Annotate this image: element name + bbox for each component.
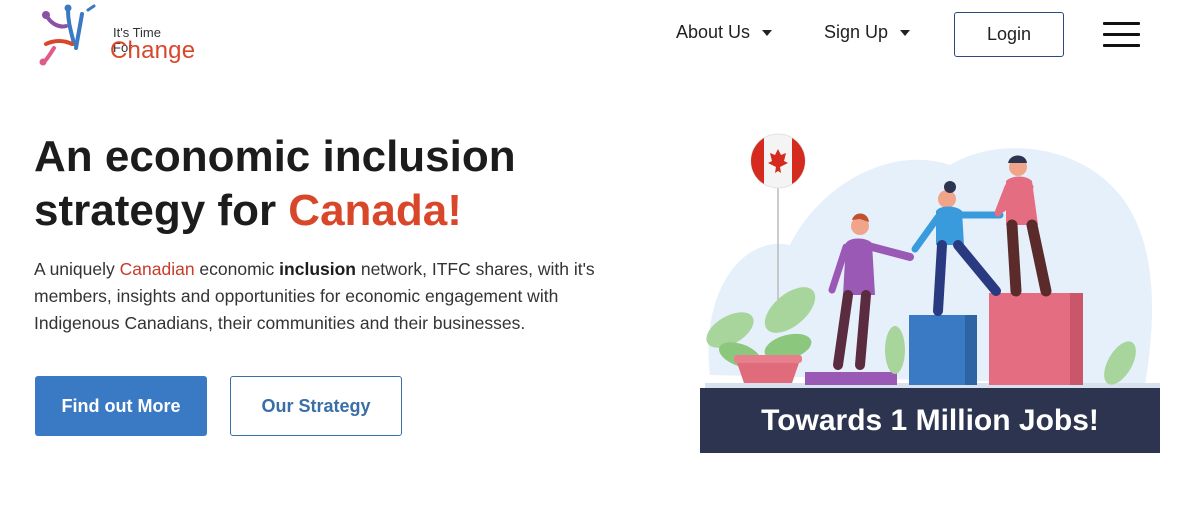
desc-bold: inclusion <box>279 259 356 279</box>
headline-accent: Canada! <box>288 186 462 235</box>
desc-highlight: Canadian <box>119 259 195 279</box>
nav-sign-up-label: Sign Up <box>824 22 889 42</box>
find-out-more-button[interactable]: Find out More <box>35 376 207 436</box>
brand-logo[interactable]: It's Time For Change <box>38 4 195 66</box>
nav-about-us[interactable]: About Us <box>676 22 773 43</box>
hero-description: A uniquely Canadian economic inclusion n… <box>34 256 634 337</box>
chevron-down-icon <box>900 29 911 36</box>
desc-part: A uniquely <box>34 259 120 279</box>
headline-line-2: strategy for <box>34 186 289 235</box>
menu-icon[interactable] <box>1103 22 1141 48</box>
people-logo-icon <box>39 4 96 66</box>
hero-headline: An economic inclusion strategy for Canad… <box>34 130 634 238</box>
nav-about-us-label: About Us <box>676 22 751 42</box>
login-button[interactable]: Login <box>954 12 1064 57</box>
nav-sign-up[interactable]: Sign Up <box>824 22 911 43</box>
logo-name: Change <box>110 37 196 64</box>
headline-line-1: An economic inclusion <box>34 132 516 181</box>
jobs-banner: Towards 1 Million Jobs! <box>700 388 1160 453</box>
chevron-down-icon <box>762 29 773 36</box>
desc-part: economic <box>194 259 280 279</box>
people-helping-icon <box>705 133 1160 390</box>
our-strategy-button[interactable]: Our Strategy <box>230 376 402 436</box>
